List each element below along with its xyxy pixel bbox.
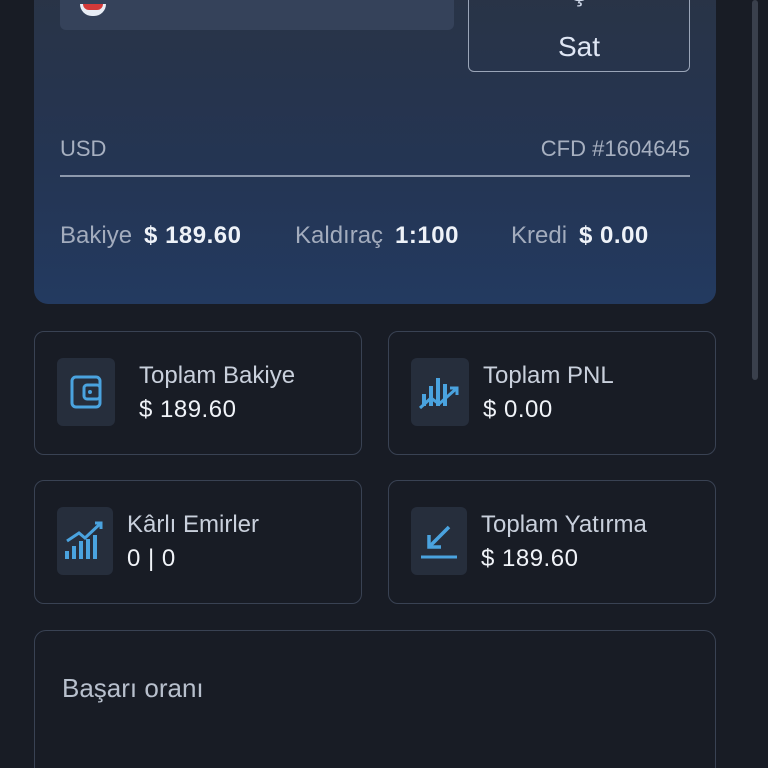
leverage-label: Kaldıraç — [295, 222, 384, 249]
sell-button-label: Sat — [557, 31, 601, 62]
balance-value: $ 189.60 — [144, 222, 242, 249]
chart-trend-icon — [411, 358, 469, 426]
wallet-icon — [57, 358, 115, 426]
profitable-orders-title: Kârlı Emirler — [127, 511, 260, 538]
profitable-orders-value: 0 | 0 — [127, 545, 176, 572]
currency-label: USD — [60, 136, 107, 161]
total-balance-value: $ 189.60 — [139, 396, 237, 423]
leverage-value: 1:100 — [395, 222, 459, 249]
bar-check-icon — [57, 507, 113, 575]
total-balance-title: Toplam Bakiye — [139, 362, 296, 389]
account-id: CFD #1604645 — [540, 136, 690, 161]
total-deposit-value: $ 189.60 — [481, 545, 579, 572]
scrollbar[interactable] — [752, 0, 758, 380]
sell-button-partial-text: Ş — [469, 0, 689, 9]
credit-value: $ 0.00 — [579, 222, 649, 249]
total-pnl-title: Toplam PNL — [483, 362, 614, 389]
leverage-stat: Kaldıraç 1:100 — [295, 222, 459, 250]
total-deposit-title: Toplam Yatırma — [481, 511, 647, 538]
total-deposit-tile[interactable]: Toplam Yatırma $ 189.60 — [388, 480, 716, 604]
deposit-arrow-icon — [411, 507, 467, 575]
credit-stat: Kredi $ 0.00 — [511, 222, 649, 250]
balance-stat: Bakiye $ 189.60 — [60, 222, 241, 250]
success-rate-panel: Başarı oranı — [34, 630, 716, 768]
account-card: Ş Sat USD CFD #1604645 Bakiye $ 189.60 Ka… — [34, 0, 716, 304]
profitable-orders-tile[interactable]: Kârlı Emirler 0 | 0 — [34, 480, 362, 604]
success-rate-title: Başarı oranı — [62, 673, 204, 703]
app-screen: Ş Sat USD CFD #1604645 Bakiye $ 189.60 Ka… — [0, 0, 768, 768]
account-stats: Bakiye $ 189.60 Kaldıraç 1:100 Kredi $ 0.00 — [60, 222, 700, 254]
credit-label: Kredi — [511, 222, 568, 249]
symbol-selector[interactable] — [60, 0, 454, 30]
balance-label: Bakiye — [60, 222, 133, 249]
us-flag-icon — [80, 4, 106, 16]
total-balance-tile[interactable]: Toplam Bakiye $ 189.60 — [34, 331, 362, 455]
sell-button[interactable]: Ş Sat — [468, 0, 690, 72]
divider — [60, 175, 690, 177]
total-pnl-tile[interactable]: Toplam PNL $ 0.00 — [388, 331, 716, 455]
total-pnl-value: $ 0.00 — [483, 396, 553, 423]
